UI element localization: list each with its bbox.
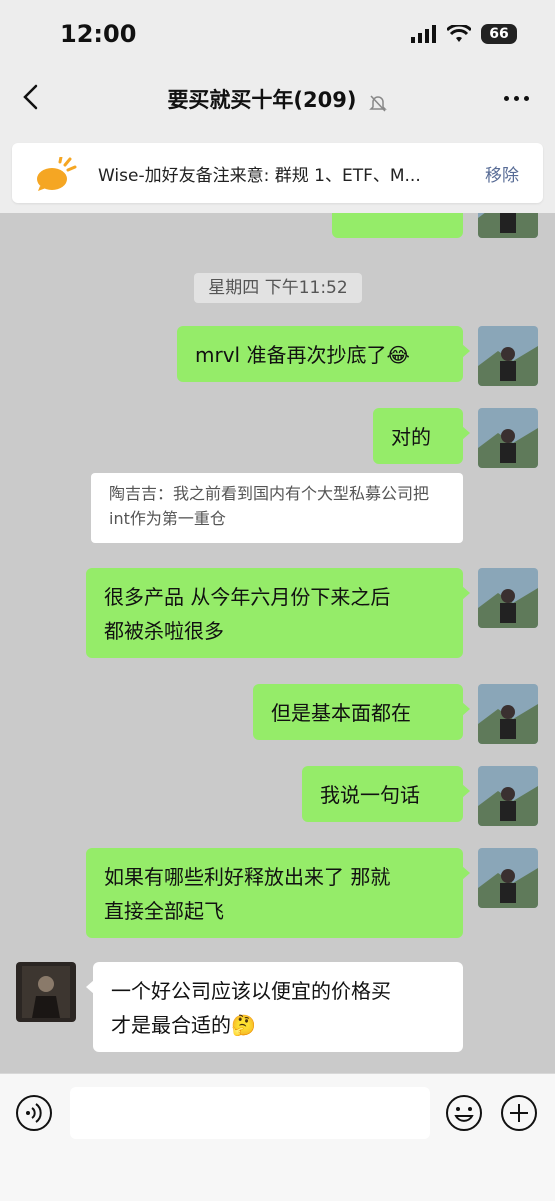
message-timestamp: 星期四 下午11:52: [194, 273, 362, 303]
chat-area[interactable]: 星期四 下午11:52 mrvl 准备再次抄底了😂 对的 陶吉吉：我之前看到国内…: [0, 213, 555, 1073]
chat-title: 要买就买十年(209): [167, 88, 357, 112]
message-text: 但是基本面都在: [271, 701, 411, 725]
avatar-other[interactable]: [16, 962, 76, 1022]
message-bubble[interactable]: 但是基本面都在: [253, 684, 470, 740]
avatar-self[interactable]: [478, 213, 538, 238]
chat-header: 要买就买十年(209): [0, 70, 555, 130]
announcement-bubble-icon: [37, 157, 77, 191]
more-options-icon[interactable]: [504, 96, 529, 101]
message-bubble[interactable]: 一个好公司应该以便宜的价格买 才是最合适的🤔: [86, 962, 463, 1052]
mute-bell-icon: [368, 94, 387, 112]
message-input[interactable]: [70, 1087, 430, 1139]
avatar-self[interactable]: [478, 848, 538, 908]
battery-icon: 66: [481, 24, 517, 44]
remove-pinned-button[interactable]: 移除: [485, 161, 519, 186]
quoted-message[interactable]: 陶吉吉：我之前看到国内有个大型私募公司把int作为第一重仓: [91, 473, 463, 543]
avatar-self[interactable]: [478, 766, 538, 826]
voice-input-icon[interactable]: [15, 1094, 53, 1132]
message-text-line: 一个好公司应该以便宜的价格买: [111, 979, 391, 1003]
signal-icon: [411, 25, 436, 43]
message-text: 我说一句话: [320, 783, 420, 807]
message-bubble[interactable]: 对的: [373, 408, 470, 464]
message-text: 对的: [391, 425, 431, 449]
avatar-self[interactable]: [478, 408, 538, 468]
plus-icon[interactable]: [500, 1094, 538, 1132]
pinned-text: Wise-加好友备注来意: 群规 1、ETF、M...: [98, 166, 421, 186]
avatar-self[interactable]: [478, 684, 538, 744]
message-bubble[interactable]: 很多产品 从今年六月份下来之后 都被杀啦很多: [86, 568, 470, 658]
avatar-self[interactable]: [478, 568, 538, 628]
message-text-line: 直接全部起飞: [104, 899, 224, 923]
wifi-icon: [447, 25, 471, 42]
message-bubble[interactable]: 我说一句话: [302, 766, 470, 822]
status-icons: 66: [411, 24, 517, 44]
message-bubble[interactable]: mrvl 准备再次抄底了😂: [177, 326, 470, 382]
pinned-announcement[interactable]: Wise-加好友备注来意: 群规 1、ETF、M... 移除: [12, 143, 543, 203]
message-bubble[interactable]: 如果有哪些利好释放出来了 那就 直接全部起飞: [86, 848, 470, 938]
message-text-line: 才是最合适的🤔: [111, 1013, 256, 1037]
emoji-icon[interactable]: [445, 1094, 483, 1132]
avatar-self[interactable]: [478, 326, 538, 386]
input-bar: [0, 1073, 555, 1201]
message-text-line: 很多产品 从今年六月份下来之后: [104, 585, 391, 609]
message-bubble-partial: [332, 213, 463, 238]
status-time: 12:00: [60, 20, 137, 48]
message-text-line: 如果有哪些利好释放出来了 那就: [104, 865, 391, 889]
message-text: mrvl 准备再次抄底了😂: [195, 343, 410, 367]
status-bar: 12:00 66: [0, 0, 555, 70]
message-text-line: 都被杀啦很多: [104, 619, 224, 643]
